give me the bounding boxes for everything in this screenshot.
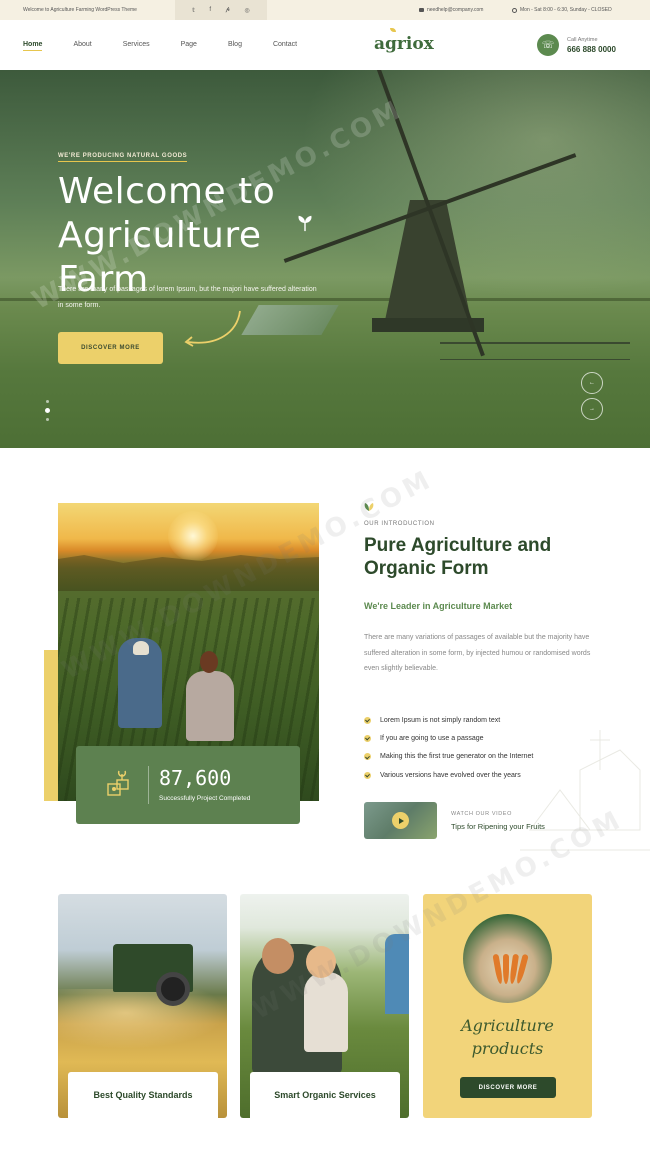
service-card-quality[interactable]: Best Quality Standards [58, 894, 227, 1118]
logo-text: agriox [374, 34, 434, 54]
stat-caption: Successfully Project Completed [159, 795, 251, 802]
checklist-text: If you are going to use a passage [380, 734, 484, 742]
curved-arrow-icon [184, 310, 241, 347]
site-header: Home About Services Page Blog Contact ag… [0, 20, 650, 70]
intro-description: There are many variations of passages of… [364, 634, 591, 672]
farmer-head [262, 938, 294, 974]
list-item: Making this the first true generator on … [364, 748, 533, 766]
service-card-organic[interactable]: Smart Organic Services [240, 894, 409, 1118]
social-links: 𝕥 f 𝓹 ◎ [175, 0, 267, 20]
intro-tag: OUR INTRODUCTION [364, 521, 435, 527]
products-title: Agriculture products [423, 1014, 592, 1060]
sprout-icon [298, 215, 312, 232]
check-icon [364, 753, 371, 761]
sunset-sun [168, 511, 218, 561]
check-icon [364, 716, 371, 724]
facebook-icon[interactable]: f [209, 7, 211, 13]
hero-tagline: WE'RE PRODUCING NATURAL GOODS [58, 153, 188, 162]
list-item: Various versions have evolved over the y… [364, 766, 533, 784]
field-dust [58, 989, 227, 1049]
opening-hours: Mon - Sat 8:00 - 6:30, Sunday - CLOSED [512, 7, 612, 13]
logo-leaf-icon [390, 28, 396, 32]
call-number: 666 888 0000 [567, 44, 616, 54]
hero-title-line1: Welcome to [58, 171, 276, 212]
child-figure [304, 972, 348, 1052]
nav-item-services[interactable]: Services [123, 41, 150, 48]
card-label: Best Quality Standards [68, 1072, 218, 1118]
products-card: Agriculture products DISCOVER MORE [423, 894, 592, 1118]
farmer-head [200, 651, 218, 673]
discover-more-button[interactable]: DISCOVER MORE [58, 332, 163, 364]
plant-pot-icon [107, 770, 129, 796]
carrot [503, 954, 509, 984]
slider-prev-button[interactable]: ← [581, 372, 603, 394]
main-nav: Home About Services Page Blog Contact [23, 41, 328, 51]
clock-icon [512, 7, 517, 13]
video-label: WATCH OUR VIDEO [451, 811, 512, 817]
hero-fence [440, 342, 630, 360]
list-item: Lorem Ipsum is not simply random text [364, 711, 533, 729]
farm-sketch-decoration [520, 730, 650, 851]
call-box[interactable]: ☏ Call Anytime 666 888 0000 [537, 34, 616, 56]
carrots-image [463, 914, 552, 1003]
instagram-icon[interactable]: ◎ [245, 7, 250, 14]
nav-item-contact[interactable]: Contact [273, 41, 297, 48]
card-label: Smart Organic Services [250, 1072, 400, 1118]
products-title-line1: Agriculture [461, 1016, 554, 1035]
carrot [492, 953, 504, 985]
child-figure [385, 934, 409, 1014]
tractor-wheel [156, 972, 190, 1006]
list-item: If you are going to use a passage [364, 729, 533, 747]
email-text: needhelp@company.com [427, 7, 484, 13]
top-bar: Welcome to Agriculture Farming WordPress… [0, 0, 650, 20]
nav-item-about[interactable]: About [73, 41, 91, 48]
stat-number: 87,600 [159, 766, 232, 790]
slider-dot[interactable] [46, 400, 49, 403]
leaf-icon [364, 503, 374, 511]
checklist-text: Lorem Ipsum is not simply random text [380, 716, 501, 724]
nav-item-blog[interactable]: Blog [228, 41, 242, 48]
check-icon [364, 771, 371, 779]
child-head [306, 946, 336, 978]
check-icon [364, 734, 371, 742]
phone-icon: ☏ [537, 34, 559, 56]
twitter-icon[interactable]: 𝕥 [192, 7, 195, 14]
feature-checklist: Lorem Ipsum is not simply random text If… [364, 711, 533, 784]
slider-dot[interactable] [46, 418, 49, 421]
intro-accent-bar [44, 650, 58, 801]
slider-next-button[interactable]: → [581, 398, 603, 420]
site-logo[interactable]: agriox [374, 28, 434, 54]
stat-divider [148, 766, 149, 804]
mail-icon [419, 8, 424, 12]
checklist-text: Various versions have evolved over the y… [380, 771, 521, 779]
checklist-text: Making this the first true generator on … [380, 753, 534, 761]
nav-item-page[interactable]: Page [181, 41, 197, 48]
products-title-line2: products [471, 1039, 544, 1058]
farmer-hat [133, 641, 149, 655]
call-label: Call Anytime [567, 36, 598, 43]
farmer-figure [186, 671, 234, 741]
email-contact[interactable]: needhelp@company.com [419, 7, 483, 13]
products-discover-button[interactable]: DISCOVER MORE [460, 1077, 556, 1098]
hero-slider: WE'RE PRODUCING NATURAL GOODS Welcome to… [0, 70, 650, 448]
nav-item-home[interactable]: Home [23, 41, 43, 51]
pinterest-icon[interactable]: 𝓹 [226, 7, 231, 14]
video-thumbnail[interactable] [364, 802, 437, 839]
play-icon[interactable] [392, 812, 409, 829]
hours-text: Mon - Sat 8:00 - 6:30, Sunday - CLOSED [520, 7, 612, 13]
welcome-text: Welcome to Agriculture Farming WordPress… [23, 7, 137, 13]
slider-dot-active[interactable] [45, 408, 50, 413]
slider-dots [45, 400, 50, 421]
stat-card: 87,600 Successfully Project Completed [76, 746, 300, 824]
intro-subtitle: We're Leader in Agriculture Market [364, 601, 513, 611]
intro-title: Pure Agriculture and Organic Form [364, 535, 552, 579]
